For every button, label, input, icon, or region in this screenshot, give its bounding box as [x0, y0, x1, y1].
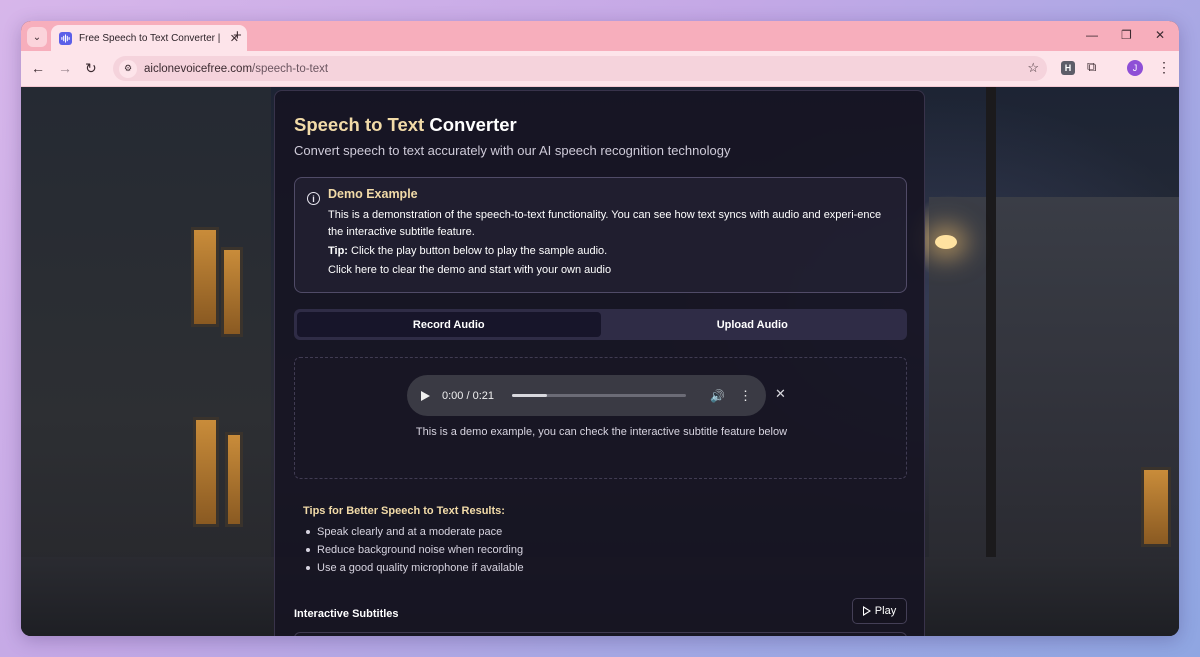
- background-window: [191, 227, 219, 327]
- waveform-icon: [59, 31, 72, 45]
- demo-notice: i Demo Example This is a demonstration o…: [294, 177, 907, 293]
- background-window: [225, 432, 243, 527]
- subtitles-panel: [294, 632, 907, 636]
- list-item: Speak clearly and at a moderate pace: [303, 523, 524, 541]
- play-label: Play: [874, 605, 897, 617]
- page-viewport: Speech to Text Converter Convert speech …: [21, 87, 1179, 636]
- background-building-left: [21, 87, 271, 636]
- restore-icon[interactable]: ❐: [1121, 28, 1132, 42]
- subtitles-play-button[interactable]: Play: [852, 598, 907, 624]
- audio-caption: This is a demo example, you can check th…: [415, 426, 788, 438]
- background-lamp-pole: [986, 87, 996, 636]
- clear-demo-link[interactable]: Click here to clear the demo and start w…: [328, 264, 611, 276]
- page-title: Speech to Text Converter: [294, 114, 517, 135]
- background-street-lamp: [935, 235, 957, 249]
- play-icon: [862, 606, 871, 616]
- browser-tab[interactable]: Free Speech to Text Converter | ✕: [51, 25, 247, 51]
- extensions-puzzle-icon[interactable]: ⧉: [1087, 59, 1096, 75]
- browser-toolbar: ← → ↻ ⚙ aiclonevoicefree.com/speech-to-t…: [21, 51, 1179, 87]
- input-mode-tabs: Record Audio Upload Audio: [294, 309, 907, 340]
- background-window: [221, 247, 243, 337]
- demo-title: Demo Example: [328, 187, 418, 201]
- kebab-menu-icon[interactable]: ⋮: [1157, 59, 1171, 76]
- profile-avatar[interactable]: J: [1127, 60, 1143, 76]
- tab-strip: ⌄ Free Speech to Text Converter | ✕ + — …: [21, 21, 1179, 51]
- list-item: Use a good quality microphone if availab…: [303, 559, 524, 577]
- close-icon[interactable]: ✕: [775, 386, 786, 402]
- address-bar[interactable]: ⚙ aiclonevoicefree.com/speech-to-text ☆: [113, 56, 1047, 81]
- background-window: [193, 417, 219, 527]
- info-icon: i: [307, 192, 320, 205]
- audio-area: 0:00 / 0:21 🔊 ⋮ ✕ This is a demo example…: [294, 357, 907, 479]
- list-item: Reduce background noise when recording: [303, 541, 524, 559]
- tips-title: Tips for Better Speech to Text Results:: [303, 505, 505, 517]
- window-close-icon[interactable]: ✕: [1155, 28, 1165, 42]
- player-menu-icon[interactable]: ⋮: [739, 388, 752, 404]
- extension-h-icon[interactable]: H: [1061, 61, 1075, 75]
- url-text: aiclonevoicefree.com/speech-to-text: [144, 62, 329, 75]
- browser-window: ⌄ Free Speech to Text Converter | ✕ + — …: [21, 21, 1179, 636]
- audio-progress-bar[interactable]: [512, 394, 687, 397]
- back-arrow-icon[interactable]: ←: [31, 60, 45, 76]
- tips-list: Speak clearly and at a moderate pace Red…: [303, 523, 524, 577]
- forward-arrow-icon[interactable]: →: [58, 60, 72, 76]
- play-icon[interactable]: [421, 390, 430, 401]
- bookmark-star-icon[interactable]: ☆: [1027, 60, 1039, 76]
- minimize-icon[interactable]: —: [1086, 28, 1098, 42]
- demo-description: This is a demonstration of the speech-to…: [328, 209, 882, 238]
- audio-player: 0:00 / 0:21 🔊 ⋮: [407, 375, 766, 416]
- plus-icon[interactable]: +: [233, 27, 242, 44]
- converter-card: Speech to Text Converter Convert speech …: [274, 90, 925, 636]
- interactive-subtitles-label: Interactive Subtitles: [294, 608, 399, 620]
- background-window: [1141, 467, 1171, 547]
- audio-time: 0:00 / 0:21: [442, 389, 494, 402]
- reload-icon[interactable]: ↻: [85, 60, 97, 77]
- tab-upload-audio[interactable]: Upload Audio: [601, 312, 905, 337]
- tab-record-audio[interactable]: Record Audio: [297, 312, 601, 337]
- demo-tip: Tip: Click the play button below to play…: [328, 245, 608, 257]
- volume-icon[interactable]: 🔊: [710, 389, 725, 403]
- tab-title: Free Speech to Text Converter |: [79, 32, 221, 44]
- tab-search-chevron-icon[interactable]: ⌄: [27, 27, 47, 47]
- site-settings-icon[interactable]: ⚙: [119, 59, 137, 78]
- page-subtitle: Convert speech to text accurately with o…: [294, 143, 731, 158]
